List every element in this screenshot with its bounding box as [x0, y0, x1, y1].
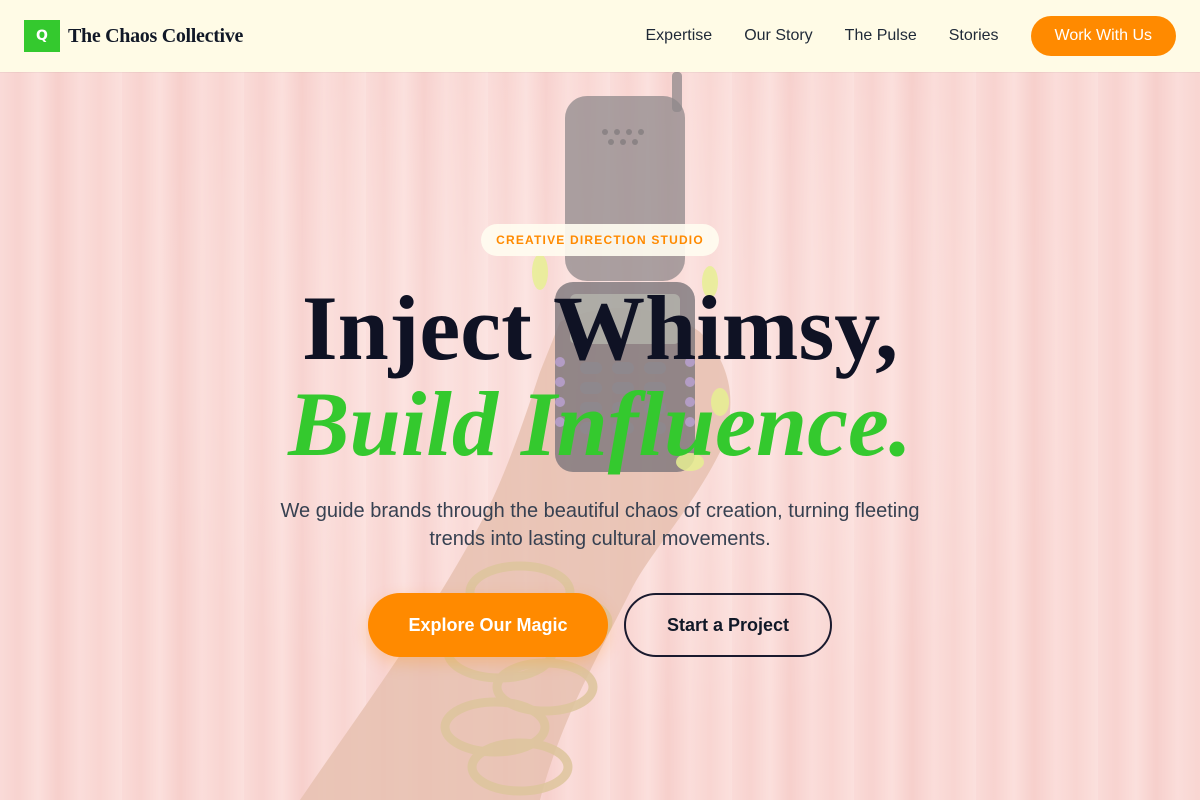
hero-subtext: We guide brands through the beautiful ch…: [280, 500, 920, 550]
top-navigation: Q The Chaos Collective Expertise Our Sto…: [0, 0, 1200, 72]
nav-link-stories[interactable]: Stories: [949, 27, 999, 45]
start-a-project-button[interactable]: Start a Project: [624, 593, 832, 657]
eyebrow-badge: CREATIVE DIRECTION STUDIO: [481, 224, 719, 256]
brand-mark-icon: Q: [24, 20, 60, 52]
work-with-us-button[interactable]: Work With Us: [1030, 16, 1176, 56]
nav-links: Expertise Our Story The Pulse Stories: [646, 27, 999, 45]
brand-logo[interactable]: Q The Chaos Collective: [24, 20, 243, 52]
nav-link-expertise[interactable]: Expertise: [646, 27, 713, 45]
hero-headline-line2: Build Influence.: [288, 373, 912, 475]
hero-headline-line1: Inject Whimsy,: [301, 277, 899, 379]
explore-our-magic-button[interactable]: Explore Our Magic: [368, 593, 608, 657]
nav-link-our-story[interactable]: Our Story: [744, 27, 812, 45]
nav-link-the-pulse[interactable]: The Pulse: [845, 27, 917, 45]
hero-section: CREATIVE DIRECTION STUDIO Inject Whimsy,…: [0, 72, 1200, 800]
brand-name: The Chaos Collective: [68, 24, 244, 47]
